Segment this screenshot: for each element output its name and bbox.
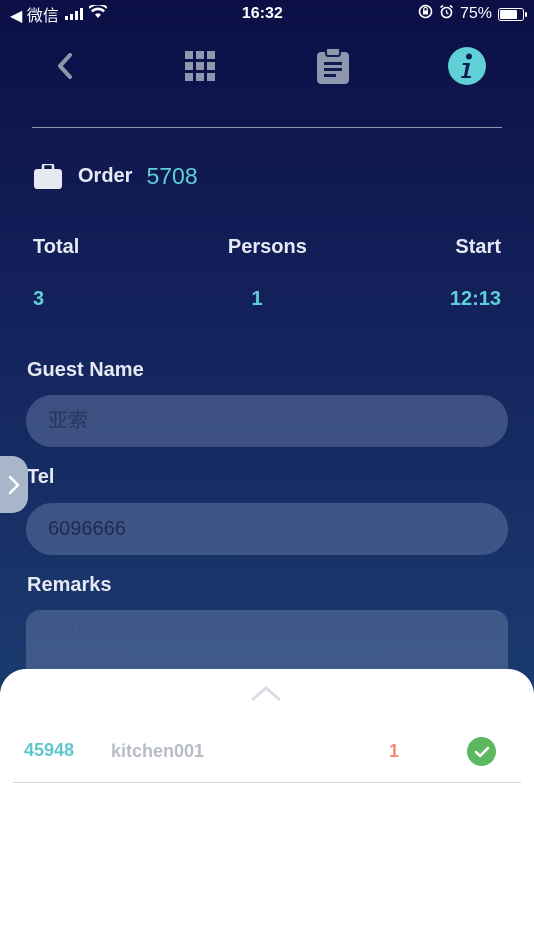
- order-row: Order 5708: [34, 163, 198, 190]
- total-value: 3: [33, 288, 45, 310]
- back-to-app-link[interactable]: ◀ 微信: [10, 2, 59, 26]
- side-drawer-toggle[interactable]: [0, 456, 28, 513]
- grid-icon: [185, 51, 215, 81]
- chevron-right-icon: [8, 475, 20, 494]
- status-bar: ◀ 微信 16:32 75%: [0, 0, 534, 28]
- stats-headers: Total Persons Start: [33, 236, 501, 259]
- total-header: Total: [33, 236, 80, 258]
- menu-grid-button[interactable]: [178, 44, 222, 88]
- list-item[interactable]: 45948 kitchen001 1: [13, 719, 521, 783]
- order-label: Order: [78, 165, 133, 187]
- status-right: 75%: [418, 4, 527, 24]
- battery-percent: 75%: [459, 5, 492, 22]
- sheet-expand-handle[interactable]: [251, 685, 281, 706]
- battery-icon: [498, 7, 527, 21]
- check-circle-icon[interactable]: [467, 737, 496, 766]
- item-id: 45948: [24, 740, 75, 760]
- status-time: 16:32: [241, 5, 283, 22]
- info-button[interactable]: [445, 44, 489, 88]
- alarm-icon: [439, 4, 454, 24]
- guest-name-label: Guest Name: [27, 359, 144, 381]
- start-value: 12:13: [449, 288, 501, 310]
- wifi-icon: [88, 2, 108, 24]
- status-left: ◀ 微信: [10, 2, 108, 26]
- tel-input[interactable]: [26, 503, 508, 555]
- start-header: Start: [455, 236, 501, 258]
- briefcase-icon: [34, 164, 62, 189]
- header-divider: [32, 127, 502, 128]
- order-number: 5708: [146, 163, 198, 189]
- item-quantity: 1: [389, 741, 400, 761]
- persons-value: 1: [251, 288, 263, 310]
- top-toolbar: [0, 44, 534, 88]
- back-button[interactable]: [43, 44, 87, 88]
- signal-icon: [64, 8, 83, 20]
- bottom-sheet: 45948 kitchen001 1: [0, 669, 534, 950]
- persons-header: Persons: [227, 236, 307, 258]
- battery-fill: [500, 9, 517, 19]
- guest-name-input[interactable]: [26, 395, 508, 447]
- clipboard-icon: [317, 48, 349, 84]
- remarks-label: Remarks: [27, 574, 112, 596]
- chevron-up-icon: [251, 686, 281, 701]
- tel-label: Tel: [27, 466, 55, 488]
- stats-values: 3 1 12:13: [33, 288, 501, 311]
- rotation-lock-icon: [418, 4, 433, 24]
- info-icon: [448, 47, 486, 85]
- clipboard-button[interactable]: [311, 44, 355, 88]
- item-name: kitchen001: [111, 741, 205, 761]
- chevron-left-icon: [58, 53, 72, 79]
